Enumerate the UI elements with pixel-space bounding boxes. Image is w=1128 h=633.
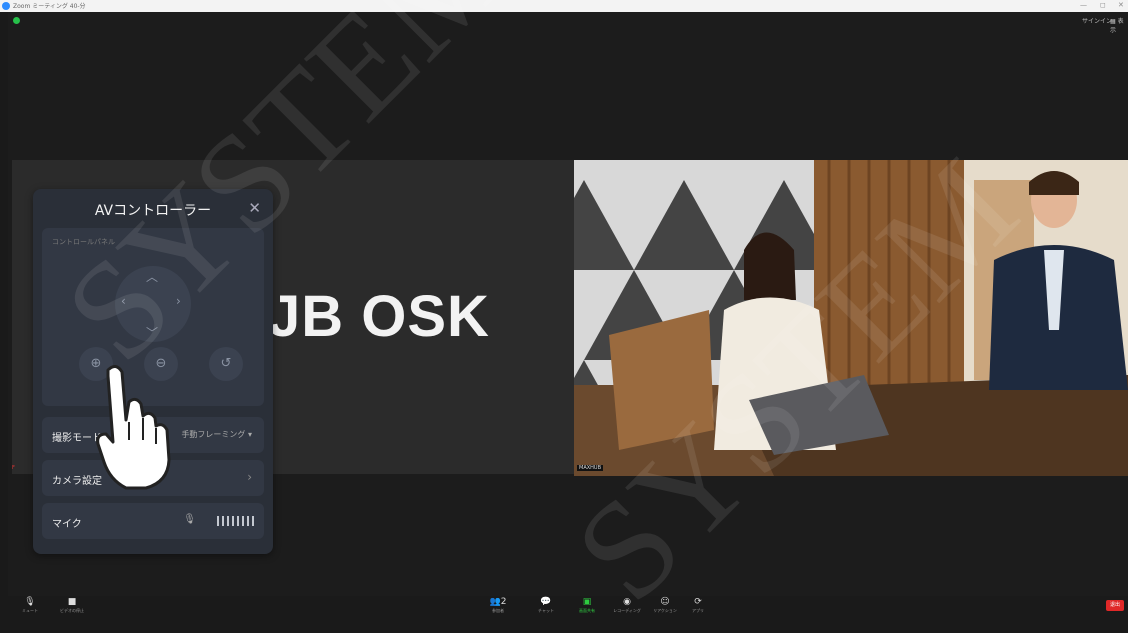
shooting-mode-select[interactable]: 手動フレーミング ▾ [181, 429, 252, 440]
apps-label: アプリ [692, 608, 704, 613]
pan-up-icon[interactable]: ︿ [146, 268, 158, 285]
pointing-hand-icon [96, 365, 171, 490]
shooting-mode-label: 撮影モード [52, 433, 102, 444]
meeting-toolbar: 🎙 ミュート ■ ビデオの停止 👥2 参加者 💬 チャット ▣ 画面共有 ◉ レ… [0, 596, 1128, 617]
mic-row: マイク 🎙 [42, 503, 264, 539]
pan-left-icon[interactable]: ‹ [121, 294, 126, 308]
share-screen-icon: ▣ [582, 597, 592, 607]
minimize-button[interactable]: — [1080, 1, 1087, 9]
participants-count: 2 [500, 597, 507, 607]
participants-button[interactable]: 👥2 参加者 [478, 596, 518, 614]
record-button[interactable]: ◉ レコーディング [607, 596, 647, 614]
encryption-shield-icon[interactable] [13, 17, 20, 24]
mic-level-bar [252, 516, 254, 526]
share-label: 画面共有 [579, 608, 595, 613]
leave-button[interactable]: 退出 [1106, 600, 1124, 611]
mic-level-bar [242, 516, 244, 526]
video-camera-icon: ■ [67, 597, 77, 607]
panel-title: AVコントローラー [94, 203, 212, 219]
mute-label: ミュート [22, 608, 38, 613]
mic-level-bar [222, 516, 224, 526]
participant-video [574, 160, 1128, 476]
view-label: 表示 [1110, 18, 1124, 34]
mic-level-bar [232, 516, 234, 526]
microphone-icon: 🎙 [24, 597, 36, 607]
apps-icon: ⟳ [694, 597, 702, 607]
apps-button[interactable]: ⟳ アプリ [678, 596, 718, 614]
share-screen-button[interactable]: ▣ 画面共有 [567, 596, 607, 614]
mic-label: マイク [52, 519, 82, 530]
mic-level-bar [227, 516, 229, 526]
sign-in-link[interactable]: サインイン [1082, 16, 1112, 25]
participant-tag: F [12, 465, 15, 471]
reset-icon[interactable]: ↺ [209, 347, 243, 381]
view-button[interactable]: ▦ 表示 [1110, 16, 1128, 34]
window-title: Zoom ミーティング 40-分 [13, 3, 86, 10]
chevron-right-icon: › [247, 470, 252, 484]
record-label: レコーディング [613, 608, 641, 613]
participant-name-tag: MAXHUB [577, 465, 604, 471]
zoom-logo-icon [2, 2, 10, 10]
mic-level-bar [247, 516, 249, 526]
maximize-button[interactable]: ◻ [1100, 1, 1106, 9]
control-panel-label: コントロールパネル [52, 238, 115, 246]
mic-level-meter [217, 516, 254, 526]
shared-screen-text: JB OSK [268, 284, 490, 349]
video-scene-illustration [574, 160, 1128, 476]
pan-right-icon[interactable]: › [176, 294, 181, 308]
window-titlebar: Zoom ミーティング 40-分 — ◻ ✕ [0, 0, 1128, 12]
mic-level-bar [217, 516, 219, 526]
ptz-dpad[interactable]: ︿ ﹀ ‹ › [115, 266, 191, 342]
microphone-icon: 🎙 [183, 514, 196, 525]
pan-down-icon[interactable]: ﹀ [146, 324, 158, 341]
camera-settings-label: カメラ設定 [52, 476, 102, 487]
chat-label: チャット [538, 608, 554, 613]
record-icon: ◉ [623, 597, 631, 607]
participants-label: 参加者 [492, 608, 504, 613]
mute-button[interactable]: 🎙 ミュート [10, 596, 50, 614]
video-label: ビデオの停止 [60, 608, 84, 613]
mic-level-bar [237, 516, 239, 526]
participants-icon: 👥2 [489, 597, 507, 607]
chat-button[interactable]: 💬 チャット [526, 596, 566, 614]
close-panel-button[interactable]: ✕ [248, 199, 261, 217]
stop-video-button[interactable]: ■ ビデオの停止 [52, 596, 92, 614]
close-window-button[interactable]: ✕ [1118, 1, 1124, 9]
chat-icon: 💬 [540, 597, 552, 607]
